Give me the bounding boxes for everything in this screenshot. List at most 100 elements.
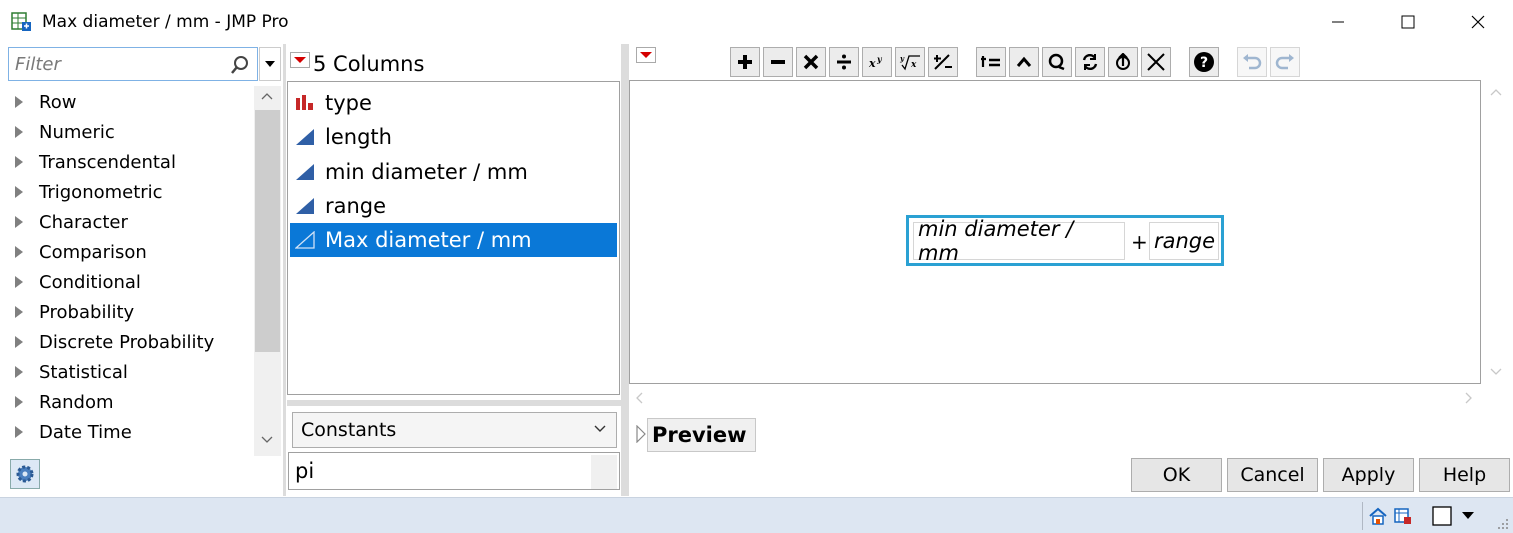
resize-grip-icon[interactable] bbox=[1495, 516, 1509, 530]
delete-button[interactable] bbox=[1141, 47, 1171, 77]
multiply-button[interactable] bbox=[796, 47, 826, 77]
function-category-date-time[interactable]: Date Time bbox=[8, 417, 254, 447]
column-item-max-diameter[interactable]: Max diameter / mm bbox=[290, 223, 617, 257]
function-category-comparison[interactable]: Comparison bbox=[8, 237, 254, 267]
apply-button[interactable]: Apply bbox=[1323, 458, 1414, 492]
add-button[interactable] bbox=[730, 47, 760, 77]
formula-menu-button[interactable] bbox=[636, 47, 656, 63]
formula-horizontal-scrollbar[interactable] bbox=[629, 384, 1481, 411]
svg-text:y: y bbox=[876, 54, 883, 64]
search-icon[interactable] bbox=[229, 54, 251, 76]
formula-term-min-diameter[interactable]: min diameter / mm bbox=[913, 217, 1125, 265]
nominal-bar-icon bbox=[294, 92, 316, 114]
expand-triangle-icon bbox=[15, 426, 23, 438]
window-list-icon bbox=[1394, 508, 1411, 524]
minimize-button[interactable] bbox=[1303, 0, 1373, 44]
column-item-range[interactable]: range bbox=[290, 189, 617, 223]
caret-down-icon bbox=[265, 61, 275, 67]
cancel-button[interactable]: Cancel bbox=[1227, 458, 1318, 492]
settings-button[interactable] bbox=[10, 459, 40, 489]
scroll-left-icon[interactable] bbox=[635, 392, 643, 404]
jmp-app-icon bbox=[10, 11, 32, 33]
scroll-up-icon[interactable] bbox=[1490, 88, 1502, 96]
subtract-button[interactable] bbox=[763, 47, 793, 77]
panel-divider[interactable] bbox=[283, 44, 286, 496]
svg-text:?: ? bbox=[1200, 55, 1208, 71]
root-icon: yx bbox=[899, 54, 920, 71]
assign-button[interactable] bbox=[976, 47, 1006, 77]
ok-button[interactable]: OK bbox=[1131, 458, 1222, 492]
function-category-discrete-probability[interactable]: Discrete Probability bbox=[8, 327, 254, 357]
expand-triangle-icon bbox=[15, 306, 23, 318]
formula-vertical-scrollbar[interactable] bbox=[1482, 80, 1509, 384]
function-list-scrollbar[interactable] bbox=[254, 86, 281, 456]
function-category-conditional[interactable]: Conditional bbox=[8, 267, 254, 297]
formula-operator-plus[interactable]: + bbox=[1131, 230, 1148, 254]
help-button[interactable]: ? bbox=[1189, 47, 1219, 77]
constants-select[interactable]: Constants bbox=[292, 412, 617, 448]
negate-button[interactable] bbox=[928, 47, 958, 77]
plus-minus-icon bbox=[934, 54, 952, 70]
constants-scrollbar[interactable] bbox=[591, 455, 617, 489]
expand-triangle-icon bbox=[15, 336, 23, 348]
home-icon bbox=[1369, 507, 1387, 525]
columns-menu-button[interactable] bbox=[290, 52, 310, 68]
home-window-button[interactable] bbox=[1366, 504, 1390, 528]
formula-expression[interactable]: min diameter / mm + range bbox=[906, 215, 1224, 266]
columns-list: type length min diameter / mm range Max … bbox=[287, 81, 620, 395]
window-list-button[interactable] bbox=[1391, 504, 1415, 528]
peel-button[interactable] bbox=[1042, 47, 1072, 77]
peel-icon bbox=[1048, 53, 1065, 71]
swap-button[interactable] bbox=[1075, 47, 1105, 77]
raise-button[interactable] bbox=[1009, 47, 1039, 77]
maximize-button[interactable] bbox=[1373, 0, 1443, 44]
help-dialog-button[interactable]: Help bbox=[1419, 458, 1510, 492]
disclosure-triangle-icon[interactable] bbox=[636, 425, 646, 443]
svg-text:x: x bbox=[910, 60, 917, 70]
preview-outline-header[interactable]: Preview bbox=[647, 418, 756, 452]
panel-divider[interactable] bbox=[621, 44, 629, 496]
layout-toggle-button[interactable] bbox=[1430, 504, 1454, 528]
layout-menu-button[interactable] bbox=[1456, 504, 1480, 528]
arrow-up-circle-icon bbox=[1116, 53, 1130, 70]
divide-button[interactable] bbox=[829, 47, 859, 77]
expand-triangle-icon bbox=[15, 156, 23, 168]
close-button[interactable] bbox=[1443, 0, 1513, 44]
function-category-transcendental[interactable]: Transcendental bbox=[8, 147, 254, 177]
column-item-type[interactable]: type bbox=[290, 86, 617, 120]
minimize-icon bbox=[1332, 21, 1344, 23]
close-icon bbox=[1147, 53, 1165, 71]
filter-input[interactable] bbox=[15, 52, 225, 76]
unthrow-button[interactable] bbox=[1108, 47, 1138, 77]
function-category-row[interactable]: Row bbox=[8, 87, 254, 117]
function-category-random[interactable]: Random bbox=[8, 387, 254, 417]
constant-item-pi[interactable]: pi bbox=[295, 459, 314, 483]
gear-icon bbox=[16, 465, 34, 483]
constants-list: pi bbox=[288, 452, 620, 490]
plus-icon bbox=[738, 55, 752, 69]
root-button[interactable]: yx bbox=[895, 47, 925, 77]
function-category-trigonometric[interactable]: Trigonometric bbox=[8, 177, 254, 207]
scrollbar-thumb[interactable] bbox=[255, 110, 280, 352]
multiply-icon bbox=[803, 54, 819, 70]
function-category-numeric[interactable]: Numeric bbox=[8, 117, 254, 147]
scroll-right-icon[interactable] bbox=[1465, 392, 1473, 404]
formula-term-range[interactable]: range bbox=[1149, 222, 1219, 260]
square-icon bbox=[1432, 506, 1452, 526]
panel-splitter[interactable] bbox=[287, 400, 621, 406]
scroll-down-icon[interactable] bbox=[261, 436, 273, 444]
help-icon: ? bbox=[1194, 52, 1214, 72]
redo-button[interactable] bbox=[1270, 47, 1300, 77]
filter-dropdown-button[interactable] bbox=[259, 47, 281, 81]
function-category-character[interactable]: Character bbox=[8, 207, 254, 237]
function-category-probability[interactable]: Probability bbox=[8, 297, 254, 327]
red-triangle-icon bbox=[294, 57, 306, 63]
column-item-min-diameter[interactable]: min diameter / mm bbox=[290, 155, 617, 189]
scroll-up-icon[interactable] bbox=[261, 92, 273, 100]
power-icon: xy bbox=[868, 54, 883, 70]
function-category-statistical[interactable]: Statistical bbox=[8, 357, 254, 387]
scroll-down-icon[interactable] bbox=[1490, 368, 1502, 376]
column-item-length[interactable]: length bbox=[290, 120, 617, 154]
power-button[interactable]: xy bbox=[862, 47, 892, 77]
undo-button[interactable] bbox=[1237, 47, 1267, 77]
